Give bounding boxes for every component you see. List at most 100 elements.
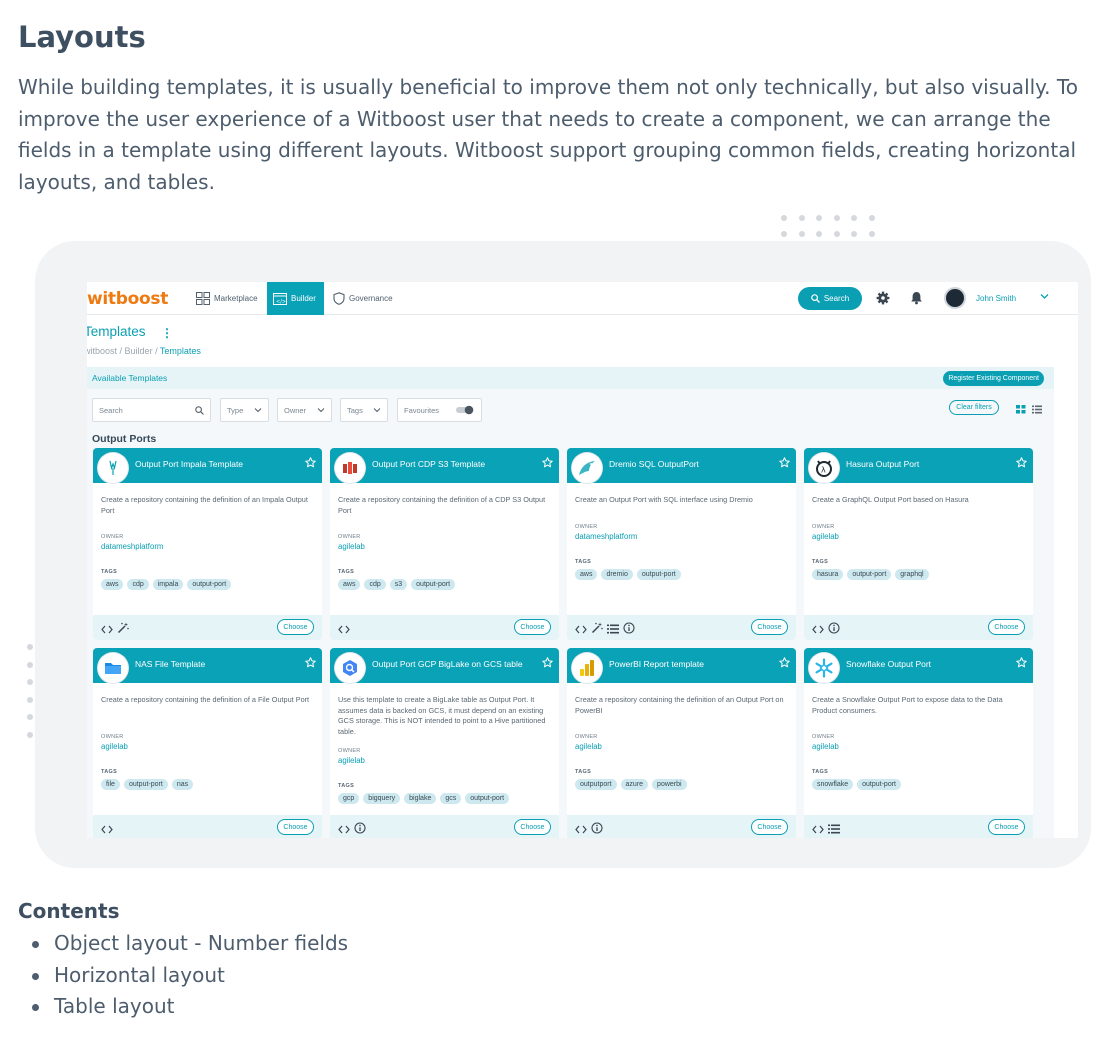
search-button[interactable]: Search <box>798 287 862 310</box>
bell-icon[interactable] <box>910 291 923 305</box>
card-owner[interactable]: agilelab <box>812 532 839 541</box>
tag-chip[interactable]: output-port <box>636 569 681 580</box>
contents-item-table-layout[interactable]: Table layout <box>32 991 348 1023</box>
grid-view-icon[interactable] <box>1016 405 1026 414</box>
code-icon[interactable] <box>338 621 350 639</box>
tag-chip[interactable]: cdp <box>127 579 149 590</box>
register-existing-component-button[interactable]: Register Existing Component <box>943 371 1044 386</box>
card-title[interactable]: Dremio SQL OutputPort <box>609 459 699 469</box>
type-filter[interactable]: Type <box>220 398 269 422</box>
star-icon[interactable] <box>305 455 316 473</box>
choose-button[interactable]: Choose <box>751 819 788 835</box>
choose-button[interactable]: Choose <box>751 619 788 635</box>
card-title[interactable]: NAS File Template <box>135 659 205 669</box>
choose-button[interactable]: Choose <box>277 619 314 635</box>
contents-item-horizontal-layout[interactable]: Horizontal layout <box>32 960 348 992</box>
tag-chip[interactable]: output-port <box>465 793 510 804</box>
tag-chip[interactable]: biglake <box>404 793 437 804</box>
tag-chip[interactable]: aws <box>338 579 361 590</box>
star-icon[interactable] <box>542 455 553 473</box>
gear-icon[interactable] <box>876 291 890 305</box>
template-card[interactable]: Output Port Impala Template Create a repo… <box>93 448 322 640</box>
tag-chip[interactable]: hasura <box>812 569 844 580</box>
info-icon[interactable] <box>828 621 840 639</box>
template-card[interactable]: Snowflake Output Port Create a Snowflake … <box>804 648 1033 838</box>
favourites-filter[interactable]: Favourites <box>397 398 482 422</box>
nav-marketplace[interactable]: Marketplace <box>190 282 264 315</box>
card-title[interactable]: Hasura Output Port <box>846 459 919 469</box>
tag-chip[interactable]: output-port <box>847 569 892 580</box>
nav-builder[interactable]: </> Builder <box>267 282 324 315</box>
template-card[interactable]: Dremio SQL OutputPort Create an Output Po… <box>567 448 796 640</box>
tag-chip[interactable]: file <box>101 779 120 790</box>
chevron-down-icon[interactable] <box>1040 293 1049 300</box>
star-icon[interactable] <box>1016 455 1027 473</box>
template-card[interactable]: NAS File Template Create a repository con… <box>93 648 322 838</box>
list-icon[interactable] <box>607 621 619 639</box>
choose-button[interactable]: Choose <box>514 619 551 635</box>
tag-chip[interactable]: s3 <box>389 579 408 590</box>
choose-button[interactable]: Choose <box>514 819 551 835</box>
star-icon[interactable] <box>1016 655 1027 673</box>
info-icon[interactable] <box>623 621 635 639</box>
template-card[interactable]: Output Port GCP BigLake on GCS table Use … <box>330 648 559 838</box>
card-owner[interactable]: datameshplatform <box>575 532 637 541</box>
code-icon[interactable] <box>812 621 824 639</box>
breadcrumb-builder[interactable]: Builder <box>125 346 153 356</box>
list-icon[interactable] <box>828 821 840 838</box>
tag-chip[interactable]: bigquery <box>363 793 401 804</box>
template-card[interactable]: Output Port CDP S3 Template Create a repo… <box>330 448 559 640</box>
list-view-icon[interactable] <box>1032 405 1042 414</box>
card-owner[interactable]: agilelab <box>101 742 128 751</box>
tag-chip[interactable]: output-port <box>187 579 232 590</box>
card-title[interactable]: Snowflake Output Port <box>846 659 931 669</box>
avatar[interactable] <box>944 287 966 309</box>
contents-item-object-layout[interactable]: Object layout - Number fields <box>32 928 348 960</box>
choose-button[interactable]: Choose <box>988 819 1025 835</box>
search-input[interactable]: Search <box>92 398 211 422</box>
info-icon[interactable] <box>354 821 366 838</box>
card-title[interactable]: PowerBI Report template <box>609 659 704 669</box>
template-card[interactable]: λ Hasura Output Port Create a GraphQL Outp… <box>804 448 1033 640</box>
choose-button[interactable]: Choose <box>988 619 1025 635</box>
wand-icon[interactable] <box>117 621 129 639</box>
star-icon[interactable] <box>542 655 553 673</box>
tag-chip[interactable]: graphql <box>895 569 929 580</box>
wand-icon[interactable] <box>591 621 603 639</box>
code-icon[interactable] <box>812 821 824 838</box>
tag-chip[interactable]: cdp <box>364 579 386 590</box>
template-card[interactable]: PowerBI Report template Create a reposito… <box>567 648 796 838</box>
tag-chip[interactable]: aws <box>575 569 598 580</box>
owner-filter[interactable]: Owner <box>277 398 332 422</box>
tag-chip[interactable]: powerbi <box>652 779 687 790</box>
tag-chip[interactable]: output-port <box>123 779 168 790</box>
tags-filter[interactable]: Tags <box>340 398 388 422</box>
star-icon[interactable] <box>779 655 790 673</box>
tag-chip[interactable]: azure <box>620 779 649 790</box>
breadcrumb-witboost[interactable]: witboost <box>87 346 117 356</box>
choose-button[interactable]: Choose <box>277 819 314 835</box>
kebab-menu-icon[interactable]: ⋮ <box>161 326 173 340</box>
tag-chip[interactable]: gcp <box>338 793 360 804</box>
tag-chip[interactable]: output-port <box>411 579 456 590</box>
code-icon[interactable] <box>338 821 350 838</box>
code-icon[interactable] <box>575 821 587 838</box>
clear-filters-button[interactable]: Clear filters <box>949 400 999 415</box>
tag-chip[interactable]: aws <box>101 579 124 590</box>
code-icon[interactable] <box>575 621 587 639</box>
card-owner[interactable]: agilelab <box>338 542 365 551</box>
card-title[interactable]: Output Port GCP BigLake on GCS table <box>372 659 523 669</box>
tag-chip[interactable]: snowflake <box>812 779 854 790</box>
tag-chip[interactable]: gcs <box>440 793 462 804</box>
star-icon[interactable] <box>305 655 316 673</box>
user-name[interactable]: John Smith <box>976 294 1016 303</box>
info-icon[interactable] <box>591 821 603 838</box>
code-icon[interactable] <box>101 621 113 639</box>
tag-chip[interactable]: impala <box>152 579 184 590</box>
tag-chip[interactable]: nas <box>171 779 194 790</box>
card-owner[interactable]: datameshplatform <box>101 542 163 551</box>
witboost-logo[interactable]: witboost <box>87 289 168 309</box>
tag-chip[interactable]: dremio <box>601 569 633 580</box>
card-title[interactable]: Output Port Impala Template <box>135 459 243 469</box>
star-icon[interactable] <box>779 455 790 473</box>
